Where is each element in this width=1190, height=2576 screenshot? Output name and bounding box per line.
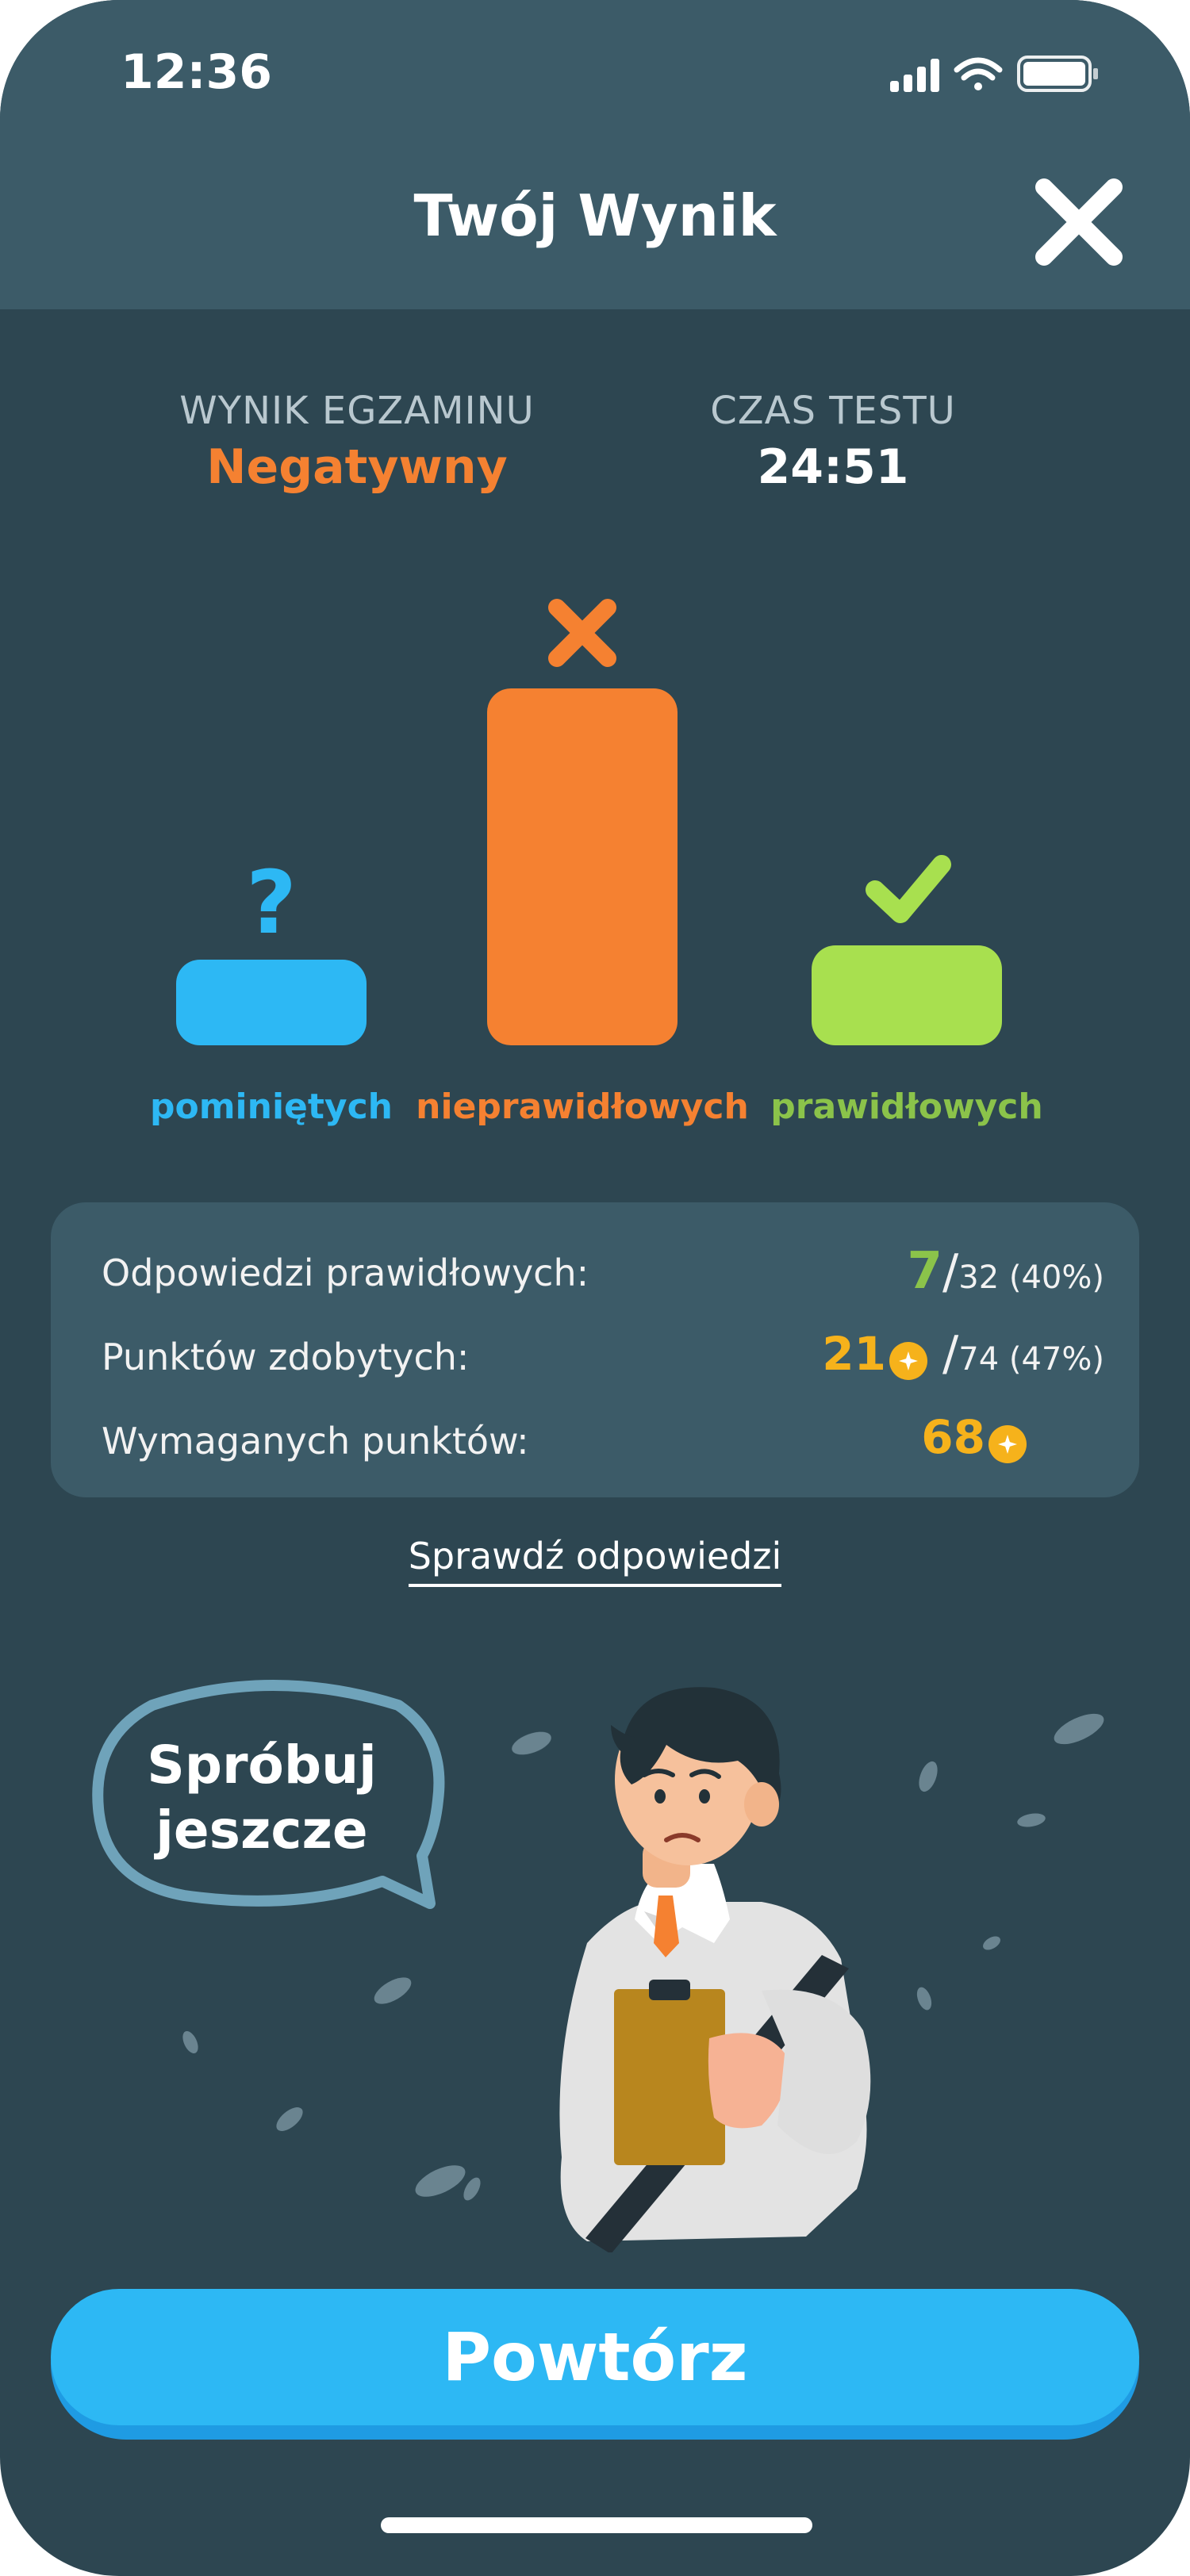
close-button[interactable] <box>1031 174 1127 270</box>
correct-answers-label: Odpowiedzi prawidłowych: <box>102 1252 589 1294</box>
summary-row-required: Wymaganych punktów: 68 <box>102 1410 1104 1474</box>
repeat-button[interactable]: Powtórz <box>51 2289 1139 2440</box>
screen: 12:36 Twój Wynik WYNIK EGZAMINU Negatywn… <box>0 0 1190 2576</box>
sad-man-illustration <box>182 1687 1104 2252</box>
required-points-value: 68 <box>921 1410 1027 1464</box>
correct-answers-value: 7/32 (40%) <box>907 1242 1104 1301</box>
bar-label: pominiętych <box>150 1087 393 1127</box>
bar-nieprawidłowych <box>487 688 678 1045</box>
review-answers-row: Sprawdź odpowiedzi <box>0 1535 1190 1587</box>
header: 12:36 Twój Wynik <box>0 0 1190 309</box>
check-icon <box>866 855 951 923</box>
required-points-label: Wymaganych punktów: <box>102 1420 529 1462</box>
bar-label: nieprawidłowych <box>416 1087 749 1127</box>
results-bar-chart: ? pominiętych nieprawidłowych prawidłowych <box>150 599 1043 1127</box>
question-mark-icon: ? <box>246 852 297 953</box>
status-time: 12:36 <box>121 44 272 100</box>
points-count: 21 <box>822 1327 886 1381</box>
correct-count: 7 <box>907 1242 943 1301</box>
bar-prawidłowych <box>812 945 1002 1045</box>
results-summary: Odpowiedzi prawidłowych: 7/32 (40%) Punk… <box>51 1202 1139 1497</box>
close-icon <box>1035 178 1123 266</box>
wifi-icon <box>954 57 1003 90</box>
test-time-value: 24:51 <box>757 439 909 495</box>
required-count: 68 <box>921 1410 985 1464</box>
summary-row-correct: Odpowiedzi prawidłowych: 7/32 (40%) <box>102 1242 1104 1305</box>
review-answers-link[interactable]: Sprawdź odpowiedzi <box>408 1535 782 1587</box>
exam-result: WYNIK EGZAMINU Negatywny <box>167 389 547 495</box>
test-time-label: CZAS TESTU <box>710 389 956 433</box>
exam-result-label: WYNIK EGZAMINU <box>179 389 535 433</box>
star-coin-icon <box>889 1342 927 1380</box>
points-earned-value: 21 /74 (47%) <box>822 1326 1104 1382</box>
page-title: Twój Wynik <box>413 182 777 249</box>
exam-result-value: Negatywny <box>206 439 508 495</box>
signal-icon <box>890 59 939 92</box>
test-time: CZAS TESTU 24:51 <box>658 389 1008 495</box>
battery-icon <box>1017 56 1098 92</box>
bar-pominiętych <box>176 960 367 1045</box>
repeat-button-label: Powtórz <box>51 2289 1139 2425</box>
x-icon <box>548 599 616 667</box>
points-total: 74 (47%) <box>958 1341 1104 1378</box>
star-coin-icon <box>988 1425 1027 1463</box>
summary-row-points: Punktów zdobytych: 21 /74 (47%) <box>102 1326 1104 1390</box>
points-earned-label: Punktów zdobytych: <box>102 1336 470 1378</box>
man-figure <box>559 1687 871 2252</box>
bar-label: prawidłowych <box>770 1087 1042 1127</box>
home-indicator <box>381 2517 812 2533</box>
status-icons <box>890 56 1098 92</box>
correct-total: 32 (40%) <box>958 1259 1104 1296</box>
